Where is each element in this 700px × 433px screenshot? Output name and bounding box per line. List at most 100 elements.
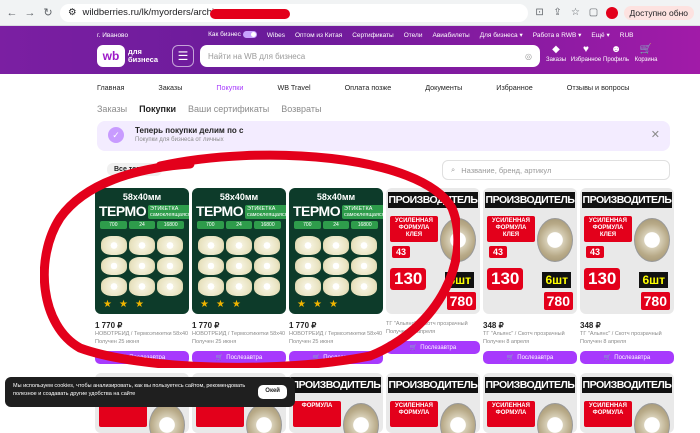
- prod-price-badge: 780: [543, 292, 573, 310]
- add-to-cart-button[interactable]: 🛒 Послезавтра: [386, 341, 480, 354]
- menu-reviews[interactable]: Отзывы и вопросы: [567, 83, 630, 92]
- menu-travel[interactable]: WB Travel: [277, 83, 310, 92]
- label-rolls: [101, 236, 183, 296]
- prod-num: 43: [392, 246, 411, 258]
- thermo-chip: 700: [294, 221, 321, 229]
- product-desc[interactable]: ТГ "Альянс" / Скотч прозрачный: [483, 331, 577, 337]
- product-desc[interactable]: ТГ "Альянс" / Скотч прозрачный: [580, 331, 674, 337]
- product-card[interactable]: ПРОИЗВОДИТЕЛЬ УСИЛЕННАЯ ФОРМУЛА: [386, 373, 480, 433]
- cart-button[interactable]: 🛒 Корзина: [635, 44, 658, 63]
- menu-orders[interactable]: Заказы: [158, 83, 182, 92]
- add-to-cart-button[interactable]: 🛒 Послезавтра: [483, 351, 577, 364]
- product-card[interactable]: 58x40мм ТЕРМО ЭТИКЕТКА самоклеящаяся 700…: [289, 188, 383, 364]
- product-image[interactable]: ПРОИЗВОДИТЕЛЬ УСИЛЕННАЯ ФОРМУЛА: [483, 373, 577, 433]
- product-desc[interactable]: НОВОТРЕЙД / Термоэтикетки 58х40: [95, 331, 189, 337]
- star-icon: ★: [297, 299, 306, 310]
- top-link-business[interactable]: Как бизнес: [208, 31, 257, 39]
- product-card[interactable]: 58x40мм ТЕРМО ЭТИКЕТКА самоклеящаяся 700…: [95, 188, 189, 364]
- thermo-chip: 700: [100, 221, 127, 229]
- product-card[interactable]: ПРОИЗВОДИТЕЛЬ УСИЛЕННАЯ ФОРМУЛА: [483, 373, 577, 433]
- product-card[interactable]: ПРОИЗВОДИТЕЛЬ УСИЛЕННАЯ ФОРМУЛА КЛЕЯ 43 …: [580, 188, 674, 364]
- search-input[interactable]: Найти на WB для бизнеса ◎: [200, 45, 540, 67]
- product-image[interactable]: ПРОИЗВОДИТЕЛЬ УСИЛЕННАЯ ФОРМУЛА КЛЕЯ 43 …: [580, 188, 674, 314]
- product-image[interactable]: 58x40мм ТЕРМО ЭТИКЕТКА самоклеящаяся 700…: [95, 188, 189, 314]
- add-to-cart-button[interactable]: 🛒 Послезавтра: [192, 351, 286, 364]
- menu-main[interactable]: Главная: [97, 83, 124, 92]
- product-card[interactable]: ПРОИЗВОДИТЕЛЬ УСИЛЕННАЯ ФОРМУЛА КЛЕЯ 43 …: [483, 188, 577, 364]
- location-link[interactable]: г. Иваново: [97, 32, 128, 39]
- product-desc[interactable]: ТГ "Альянс" / Скотч прозрачный: [386, 321, 480, 327]
- back-icon[interactable]: ←: [6, 7, 18, 19]
- add-to-cart-button[interactable]: 🛒 Послезавтра: [289, 351, 383, 364]
- star-icon: ★: [232, 299, 241, 310]
- receive-date: Получен 25 июня: [192, 339, 237, 345]
- forward-icon[interactable]: →: [24, 7, 36, 19]
- product-image[interactable]: ПРОИЗВОДИТЕЛЬ УСИЛЕННАЯ ФОРМУЛА: [580, 373, 674, 433]
- extensions-icon[interactable]: ▢: [588, 7, 600, 18]
- product-image[interactable]: 58x40мм ТЕРМО ЭТИКЕТКА самоклеящаяся 700…: [192, 188, 286, 314]
- menu-documents[interactable]: Документы: [425, 83, 462, 92]
- tab-purchases[interactable]: Покупки: [139, 104, 176, 114]
- menu-purchases[interactable]: Покупки: [216, 83, 243, 92]
- product-card[interactable]: 58x40мм ТЕРМО ЭТИКЕТКА самоклеящаяся 700…: [192, 188, 286, 364]
- purchases-search-input[interactable]: ⌕ Название, бренд, артикул: [442, 160, 670, 180]
- product-image[interactable]: ПРОИЗВОДИТЕЛЬ ФОРМУЛА: [289, 373, 383, 433]
- header-top-links: г. Иваново Как бизнес Wibes Оптом из Кит…: [0, 29, 700, 41]
- product-card[interactable]: ПРОИЗВОДИТЕЛЬ УСИЛЕННАЯ ФОРМУЛА: [580, 373, 674, 433]
- thermo-chip: 24: [322, 221, 350, 229]
- address-bar[interactable]: ⚙ wildberries.ru/lk/myorders/archive: [60, 3, 528, 22]
- top-link[interactable]: Wibes: [267, 32, 285, 39]
- cookie-ok-button[interactable]: Окей: [258, 385, 287, 399]
- banner-title: Теперь покупки делим по с: [135, 126, 244, 135]
- product-card[interactable]: ПРОИЗВОДИТЕЛЬ УСИЛЕННАЯ ФОРМУЛА КЛЕЯ 43 …: [386, 188, 480, 364]
- product-image[interactable]: ПРОИЗВОДИТЕЛЬ УСИЛЕННАЯ ФОРМУЛА КЛЕЯ 43 …: [483, 188, 577, 314]
- add-to-cart-button[interactable]: 🛒 Послезавтра: [580, 351, 674, 364]
- menu-favorites[interactable]: Избранное: [496, 83, 532, 92]
- orders-button[interactable]: ◆ Заказы: [545, 44, 567, 63]
- cart-icon: 🛒: [312, 355, 321, 361]
- top-link[interactable]: Оптом из Китая: [295, 32, 342, 39]
- menu-icon[interactable]: ☰: [172, 45, 194, 67]
- close-icon[interactable]: ✕: [651, 128, 660, 141]
- top-link[interactable]: Сертификаты: [352, 32, 393, 39]
- cookie-banner: Мы используем cookies, чтобы анализирова…: [5, 377, 295, 407]
- product-image[interactable]: ПРОИЗВОДИТЕЛЬ УСИЛЕННАЯ ФОРМУЛА КЛЕЯ 43 …: [386, 188, 480, 314]
- menu-pay-later[interactable]: Оплата позже: [345, 83, 392, 92]
- share-icon[interactable]: ⇪: [552, 7, 564, 18]
- filter-all-goods[interactable]: Все товары: [107, 163, 162, 176]
- install-icon[interactable]: ⊡: [534, 7, 546, 18]
- product-image[interactable]: ПРОИЗВОДИТЕЛЬ УСИЛЕННАЯ ФОРМУЛА: [386, 373, 480, 433]
- wb-logo[interactable]: wb для бизнеса: [97, 45, 160, 67]
- prod-head: ПРОИЗВОДИТЕЛЬ: [388, 377, 478, 393]
- top-link[interactable]: Отели: [404, 32, 423, 39]
- receive-date: Получен 22 апреля: [386, 329, 436, 335]
- favorites-button[interactable]: ♥ Избранное: [571, 44, 601, 63]
- tab-certificates[interactable]: Ваши сертификаты: [188, 104, 269, 114]
- product-desc[interactable]: НОВОТРЕЙД / Термоэтикетки 58х40: [289, 331, 383, 337]
- currency-selector[interactable]: RUB: [620, 32, 634, 39]
- site-info-icon[interactable]: ⚙: [68, 7, 77, 18]
- product-desc[interactable]: НОВОТРЕЙД / Термоэтикетки 58х40: [192, 331, 286, 337]
- product-card[interactable]: ПРОИЗВОДИТЕЛЬ ФОРМУЛА: [289, 373, 383, 433]
- profile-button[interactable]: ☻ Профиль: [603, 44, 629, 63]
- box-icon: ◆: [552, 44, 560, 55]
- tab-orders[interactable]: Заказы: [97, 104, 127, 114]
- thermo-chip: 16800: [254, 221, 282, 229]
- star-icon[interactable]: ☆: [570, 7, 582, 18]
- profile-avatar[interactable]: [605, 6, 618, 19]
- redaction-mark: [210, 8, 290, 19]
- tab-returns[interactable]: Возвраты: [281, 104, 321, 114]
- top-link[interactable]: Для бизнеса ▾: [480, 31, 523, 39]
- camera-icon[interactable]: ◎: [525, 52, 532, 61]
- prod-formula: УСИЛЕННАЯ ФОРМУЛА КЛЕЯ: [487, 216, 535, 242]
- top-link[interactable]: Ещё ▾: [591, 31, 609, 39]
- add-to-cart-button[interactable]: 🛒 Послезавтра: [95, 351, 189, 364]
- reload-icon[interactable]: ↻: [42, 6, 54, 19]
- prod-price-badge: 780: [640, 292, 670, 310]
- top-link[interactable]: Авиабилеты: [433, 32, 470, 39]
- thermo-label: ЭТИКЕТКА самоклеящаяся: [148, 205, 189, 219]
- top-link[interactable]: Работа в RWB ▾: [533, 31, 582, 39]
- product-image[interactable]: 58x40мм ТЕРМО ЭТИКЕТКА самоклеящаяся 700…: [289, 188, 383, 314]
- update-button[interactable]: Доступно обно: [623, 5, 694, 20]
- prod-qty: 6шт: [639, 272, 668, 288]
